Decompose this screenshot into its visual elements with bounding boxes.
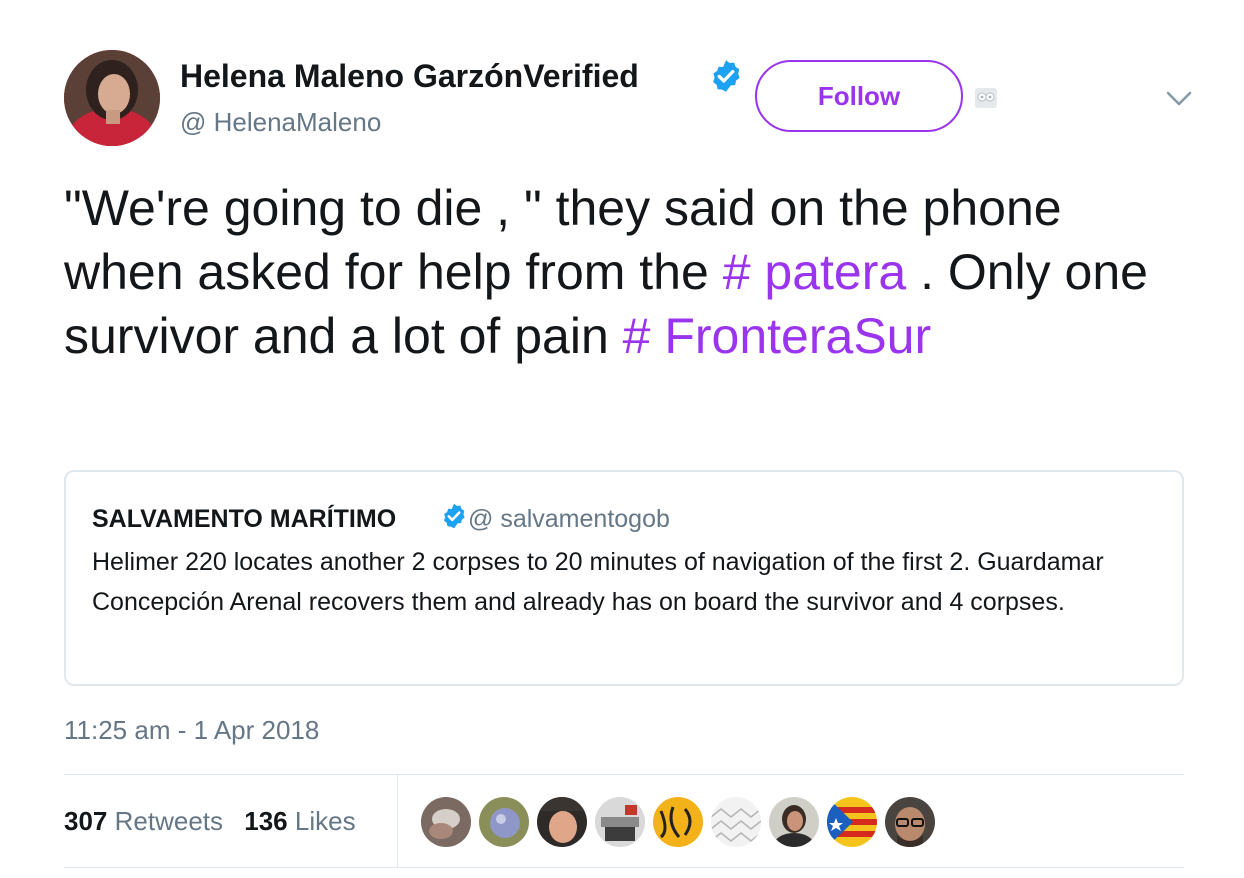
tweet-text: "We're going to die , " they said on the… [64, 176, 1194, 368]
liker-avatar[interactable] [885, 797, 935, 847]
hashtag-patera[interactable]: # patera [723, 244, 906, 300]
liker-avatar[interactable] [827, 797, 877, 847]
retweets-count: 307 [64, 806, 108, 836]
likes-label: Likes [294, 806, 356, 836]
chevron-down-icon[interactable] [1166, 88, 1192, 108]
liker-avatar[interactable] [769, 797, 819, 847]
verified-badge-icon [443, 503, 465, 529]
liker-avatar[interactable] [537, 797, 587, 847]
divider [397, 775, 398, 867]
verified-badge-icon [713, 60, 740, 92]
likes-count: 136 [244, 806, 288, 836]
retweets-label: Retweets [114, 806, 224, 836]
author-name-text: Helena Maleno Garzón [180, 58, 524, 94]
divider [64, 867, 1184, 868]
liker-avatar[interactable] [479, 797, 529, 847]
retweets-stat[interactable]: 307 Retweets [64, 806, 223, 836]
author-avatar[interactable] [64, 50, 160, 146]
liker-avatar[interactable] [595, 797, 645, 847]
liker-avatar[interactable] [421, 797, 471, 847]
liker-avatars [421, 797, 935, 847]
likes-stat[interactable]: 136 Likes [244, 806, 355, 836]
author-handle[interactable]: @ HelenaMaleno [180, 106, 381, 138]
verified-label: Verified [523, 58, 639, 94]
quoted-tweet[interactable]: SALVAMENTO MARÍTIMO @ salvamentogob Heli… [64, 470, 1184, 686]
quoted-author-name: SALVAMENTO MARÍTIMO [92, 505, 397, 533]
tweet-stats: 307 Retweets 136 Likes [64, 804, 370, 838]
author-name[interactable]: Helena Maleno GarzónVerified [180, 56, 639, 96]
quoted-tweet-text: Helimer 220 locates another 2 corpses to… [92, 548, 1104, 616]
follow-button[interactable]: Follow [755, 60, 963, 132]
hashtag-fronterasur[interactable]: # FronteraSur [623, 308, 931, 364]
tweet-timestamp[interactable]: 11:25 am - 1 Apr 2018 [64, 714, 319, 746]
liker-avatar[interactable] [653, 797, 703, 847]
owl-extension-icon[interactable] [975, 88, 997, 108]
liker-avatar[interactable] [711, 797, 761, 847]
divider [64, 774, 1184, 775]
quoted-author-handle: @ salvamentogob [468, 505, 670, 533]
